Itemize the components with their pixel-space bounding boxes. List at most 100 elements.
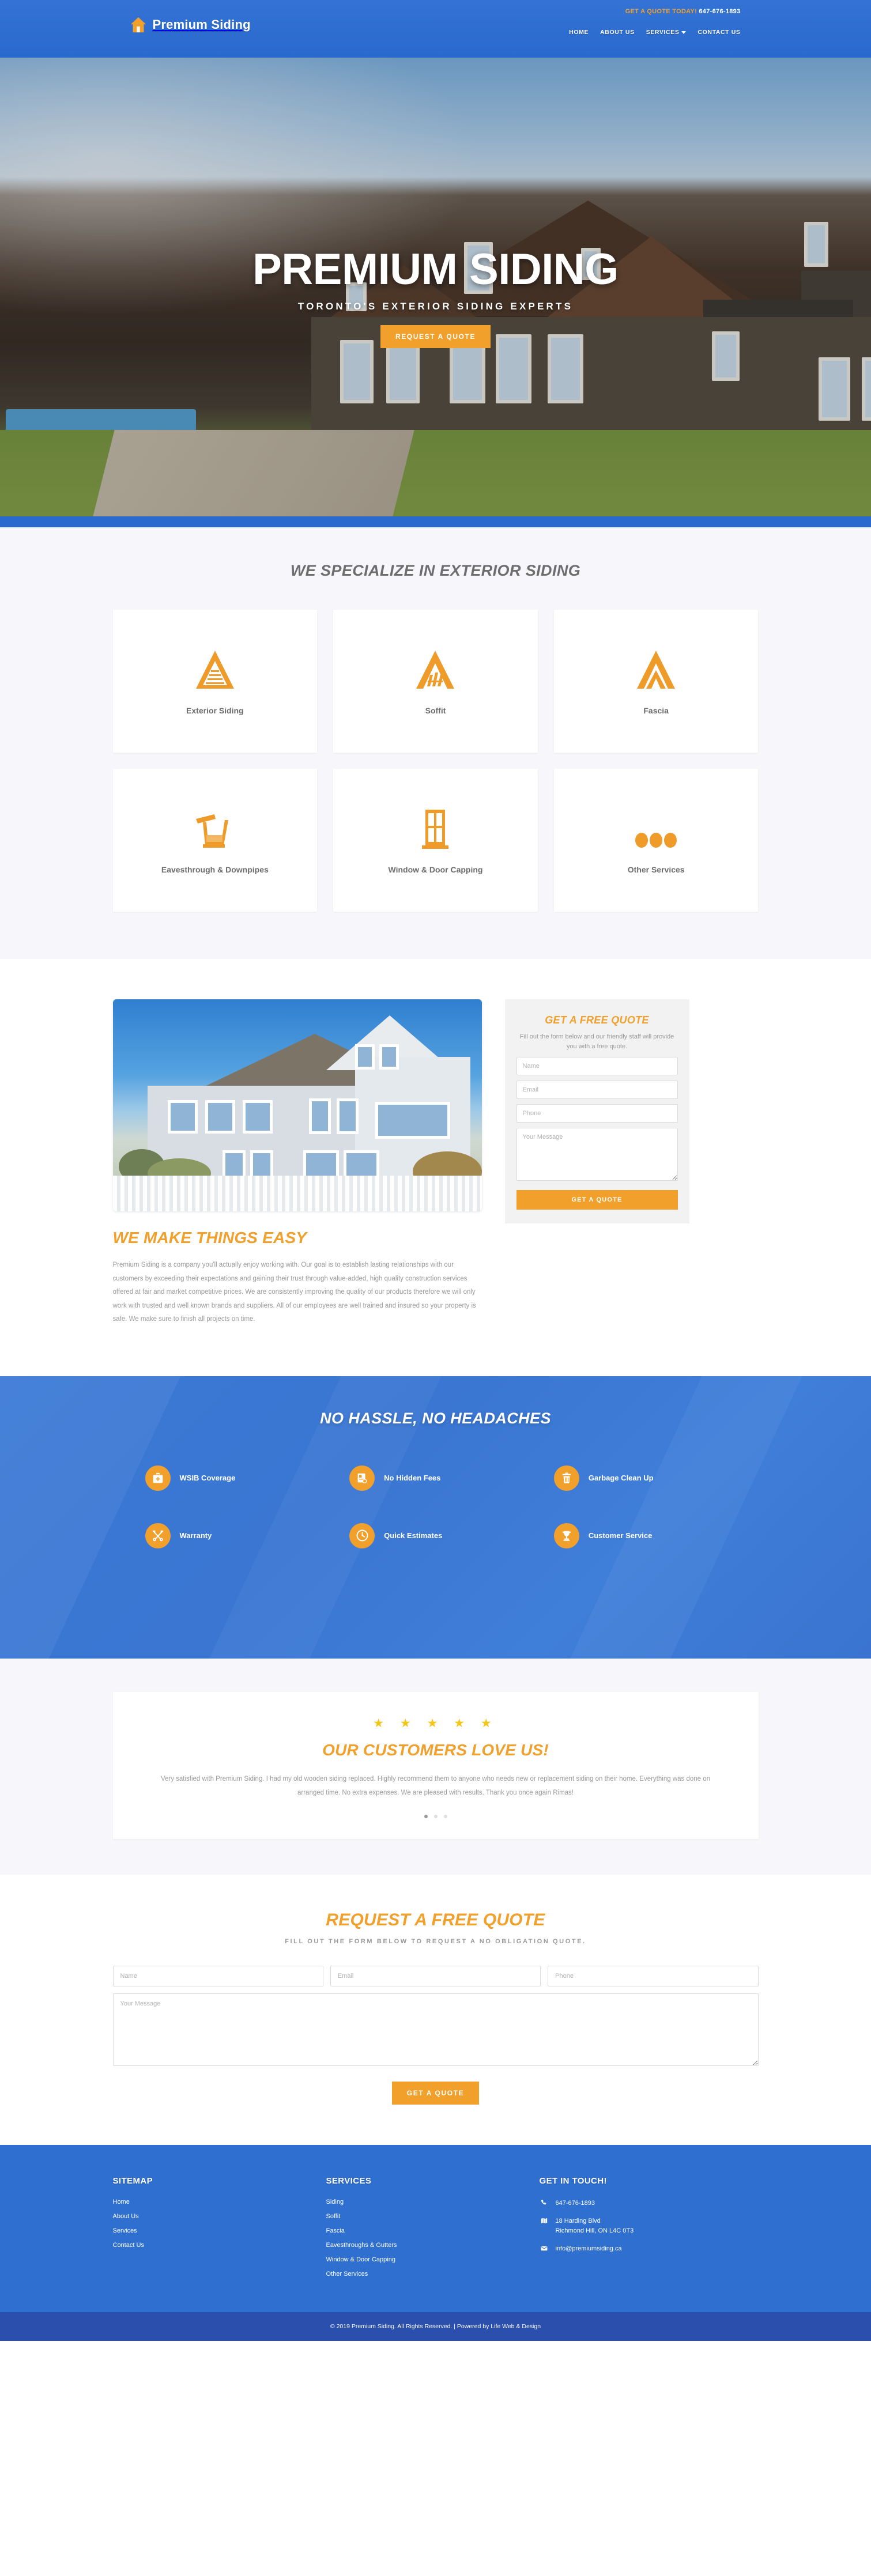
header-right: GET A QUOTE TODAY! 647-676-1893 HOME ABO… <box>569 8 740 36</box>
footer-link-about-us[interactable]: About Us <box>113 2213 326 2220</box>
services-grid: Exterior Siding Soffit Fascia Eavesthrou… <box>112 610 759 912</box>
footer-address-item: 18 Harding Blvd Richmond Hill, ON L4C 0T… <box>540 2216 759 2236</box>
about-left-column: WE MAKE THINGS EASY Premium Siding is a … <box>112 999 482 1327</box>
star-rating-icon: ★ ★ ★ ★ ★ <box>373 1716 498 1730</box>
service-label: Soffit <box>425 706 446 715</box>
header-quote-phone[interactable]: GET A QUOTE TODAY! 647-676-1893 <box>569 8 741 15</box>
carousel-dot-3[interactable] <box>443 1815 447 1819</box>
feature-label: Customer Service <box>588 1531 653 1540</box>
feature-label: No Hidden Fees <box>384 1474 441 1483</box>
request-name-input[interactable] <box>112 1966 323 1987</box>
footer-contact-heading: GET IN TOUCH! <box>539 2176 607 2186</box>
testimonial-text: Very satisfied with Premium Siding. I ha… <box>160 1775 711 1796</box>
hero-request-quote-button[interactable]: REQUEST A QUOTE <box>380 325 491 348</box>
footer-services-heading: SERVICES <box>326 2176 372 2186</box>
specialize-section: WE SPECIALIZE IN EXTERIOR SIDING Exterio… <box>0 527 871 959</box>
footer-address-text: 18 Harding Blvd Richmond Hill, ON L4C 0T… <box>556 2216 634 2236</box>
service-label: Other Services <box>627 865 685 874</box>
quote-email-input[interactable] <box>516 1081 678 1100</box>
nav-item-services[interactable]: SERVICES <box>646 29 687 36</box>
nav-label-contact-us: CONTACT US <box>697 29 741 36</box>
ellipsis-icon <box>634 806 678 850</box>
carousel-dots <box>153 1815 718 1819</box>
service-card-fascia[interactable]: Fascia <box>553 610 759 753</box>
carousel-dot-2[interactable] <box>433 1815 438 1819</box>
footer-service-siding[interactable]: Siding <box>326 2199 540 2205</box>
hero-content: PREMIUM SIDING TORONTO'S EXTERIOR SIDING… <box>0 248 871 348</box>
gutter-icon <box>193 806 237 850</box>
request-form-row <box>112 1966 759 1987</box>
request-quote-title: REQUEST A FREE QUOTE <box>326 1910 545 1930</box>
invoice-icon <box>349 1465 375 1491</box>
quote-submit-button[interactable]: GET A QUOTE <box>516 1190 678 1210</box>
footer-service-fascia[interactable]: Fascia <box>326 2227 540 2234</box>
testimonial-card: ★ ★ ★ ★ ★ OUR CUSTOMERS LOVE US! Very sa… <box>112 1691 759 1840</box>
request-email-input[interactable] <box>330 1966 541 1987</box>
feature-label: Garbage Clean Up <box>588 1474 654 1483</box>
service-card-window-door-capping[interactable]: Window & Door Capping <box>333 769 538 912</box>
specialize-title: WE SPECIALIZE IN EXTERIOR SIDING <box>290 562 581 579</box>
footer-bottom-bar: © 2019 Premium Siding. All Rights Reserv… <box>0 2312 871 2341</box>
tools-icon <box>145 1523 171 1548</box>
header-phone-number: 647-676-1893 <box>699 8 741 15</box>
site-footer: SITEMAP Home About Us Services Contact U… <box>0 2145 871 2313</box>
footer-service-window-door-capping[interactable]: Window & Door Capping <box>326 2256 540 2263</box>
footer-email-item[interactable]: info@premiumsiding.ca <box>540 2244 759 2254</box>
quote-message-textarea[interactable] <box>516 1128 678 1181</box>
hero-subtitle: TORONTO'S EXTERIOR SIDING EXPERTS <box>297 301 574 312</box>
quote-phone-input[interactable] <box>516 1104 678 1123</box>
footer-sitemap-column: SITEMAP Home About Us Services Contact U… <box>113 2176 326 2277</box>
brand-name: Premium Siding <box>152 17 251 32</box>
carousel-dot-1[interactable] <box>424 1815 428 1819</box>
footer-link-services[interactable]: Services <box>113 2227 326 2234</box>
feature-label: Quick Estimates <box>384 1531 443 1540</box>
footer-phone-item[interactable]: 647-676-1893 <box>540 2199 759 2208</box>
nav-label-home: HOME <box>569 29 589 36</box>
footer-link-contact-us[interactable]: Contact Us <box>113 2242 326 2249</box>
sidebar-quote-form: GET A FREE QUOTE Fill out the form below… <box>504 999 689 1224</box>
service-card-eavesthrough-downpipes[interactable]: Eavesthrough & Downpipes <box>112 769 318 912</box>
quote-name-input[interactable] <box>516 1057 678 1076</box>
landing-page: Premium Siding GET A QUOTE TODAY! 647-67… <box>0 0 871 2341</box>
service-label: Fascia <box>643 706 669 715</box>
footer-service-soffit[interactable]: Soffit <box>326 2213 540 2220</box>
nav-item-about-us[interactable]: ABOUT US <box>600 29 635 36</box>
hero-banner: PREMIUM SIDING TORONTO'S EXTERIOR SIDING… <box>0 58 871 527</box>
testimonial-title: OUR CUSTOMERS LOVE US! <box>322 1740 549 1759</box>
brand-logo[interactable]: Premium Siding <box>130 16 251 33</box>
soffit-chevron-icon <box>414 647 457 691</box>
request-message-textarea[interactable] <box>112 1993 759 2067</box>
request-phone-input[interactable] <box>548 1966 759 1987</box>
feature-garbage-clean-up: Garbage Clean Up <box>553 1465 759 1491</box>
footer-address-line1: 18 Harding Blvd <box>555 2218 601 2225</box>
main-nav: HOME ABOUT US SERVICES CONTACT US <box>569 29 740 36</box>
nav-label-about-us: ABOUT US <box>600 29 635 36</box>
service-card-exterior-siding[interactable]: Exterior Siding <box>112 610 318 753</box>
fascia-peak-icon <box>635 647 677 691</box>
footer-sitemap-heading: SITEMAP <box>112 2176 153 2186</box>
service-card-other-services[interactable]: Other Services <box>553 769 759 912</box>
request-submit-button[interactable]: GET A QUOTE <box>391 2082 480 2105</box>
about-body-text: Premium Siding is a company you'll actua… <box>112 1261 476 1323</box>
footer-service-other-services[interactable]: Other Services <box>326 2271 540 2277</box>
nav-item-home[interactable]: HOME <box>569 29 589 36</box>
nav-label-services: SERVICES <box>646 29 680 36</box>
nav-item-contact-us[interactable]: CONTACT US <box>697 29 740 36</box>
request-quote-section: REQUEST A FREE QUOTE FILL OUT THE FORM B… <box>0 1875 871 2146</box>
footer-service-eavesthroughs-gutters[interactable]: Eavesthroughs & Gutters <box>326 2242 540 2249</box>
feature-warranty: Warranty <box>145 1523 350 1548</box>
feature-wsib-coverage: WSIB Coverage <box>145 1465 350 1491</box>
service-card-soffit[interactable]: Soffit <box>333 610 538 753</box>
feature-customer-service: Customer Service <box>553 1523 759 1548</box>
footer-link-home[interactable]: Home <box>113 2199 326 2205</box>
request-quote-subtitle: FILL OUT THE FORM BELOW TO REQUEST A NO … <box>285 1938 586 1946</box>
house-icon <box>130 16 147 33</box>
trash-icon <box>553 1465 579 1491</box>
chevron-down-icon <box>681 31 687 34</box>
copyright-text: © 2019 Premium Siding. All Rights Reserv… <box>330 2323 541 2331</box>
quote-form-subtitle: Fill out the form below and our friendly… <box>519 1033 674 1051</box>
clock-icon <box>349 1523 375 1548</box>
features-grid: WSIB Coverage No Hidden Fees Garbage Cle… <box>113 1465 759 1548</box>
quote-form-title: GET A FREE QUOTE <box>545 1014 649 1026</box>
no-hassle-section: NO HASSLE, NO HEADACHES WSIB Coverage No… <box>0 1376 871 1659</box>
